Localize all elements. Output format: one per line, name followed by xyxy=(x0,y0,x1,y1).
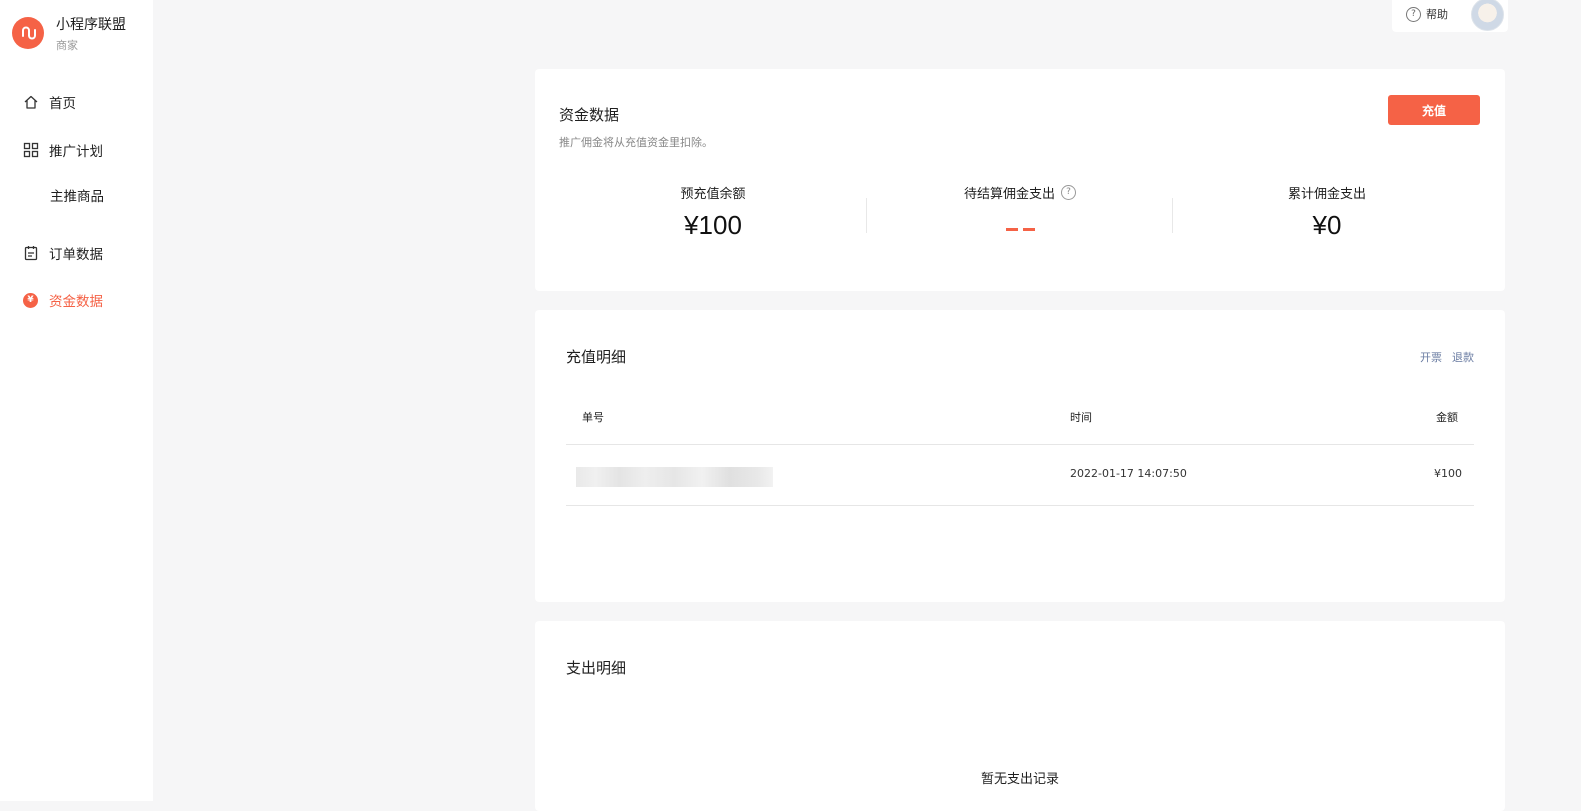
stat-value: ¥100 xyxy=(684,210,742,240)
stat-pending-commission: 待结算佣金支出 ? xyxy=(920,184,1120,231)
sidebar-item-label: 订单数据 xyxy=(49,247,103,263)
stat-label: 待结算佣金支出 xyxy=(963,186,1055,202)
sidebar-item-fund-data[interactable]: ¥ 资金数据 xyxy=(22,290,103,310)
sidebar-item-label: 资金数据 xyxy=(49,294,103,310)
help-button[interactable]: ? 帮助 xyxy=(1406,6,1448,22)
expense-detail-title: 支出明细 xyxy=(566,659,627,677)
sidebar: 小程序联盟 商家 首页 推广计划 主推商品 订单数据 ¥ 资金数据 xyxy=(0,0,153,801)
table-header-divider xyxy=(566,444,1474,445)
fund-data-title: 资金数据 xyxy=(559,106,620,124)
table-cell-time: 2022-01-17 14:07:50 xyxy=(1070,467,1187,480)
divider xyxy=(1172,198,1173,233)
sidebar-item-label: 主推商品 xyxy=(50,189,104,205)
stat-value: ¥0 xyxy=(1312,210,1342,240)
grid-icon xyxy=(22,142,39,159)
recharge-detail-title: 充值明细 xyxy=(566,348,627,366)
sidebar-item-order-data[interactable]: 订单数据 xyxy=(22,243,103,263)
column-header-time: 时间 xyxy=(1070,411,1092,424)
question-icon[interactable]: ? xyxy=(1061,184,1076,200)
column-header-order-no: 单号 xyxy=(582,411,604,424)
fund-data-description: 推广佣金将从充值资金里扣除。 xyxy=(559,136,713,149)
question-icon: ? xyxy=(1406,6,1421,22)
sidebar-item-label: 推广计划 xyxy=(49,144,103,160)
table-row-divider xyxy=(566,505,1474,506)
table-cell-amount: ¥100 xyxy=(1434,467,1462,480)
mini-program-logo-icon xyxy=(12,17,44,49)
recharge-detail-card: 充值明细 开票 退款 单号 时间 金额 2022-01-17 14:07:50 … xyxy=(535,310,1505,602)
stat-total-commission: 累计佣金支出 ¥0 xyxy=(1227,184,1427,241)
expense-detail-card: 支出明细 暂无支出记录 xyxy=(535,621,1505,811)
avatar[interactable] xyxy=(1471,0,1504,31)
clipboard-icon xyxy=(22,245,39,262)
yen-coin-icon: ¥ xyxy=(23,292,38,308)
column-header-amount: 金额 xyxy=(1436,411,1458,424)
stat-label: 预充值余额 xyxy=(680,186,746,202)
help-label: 帮助 xyxy=(1426,8,1448,21)
divider xyxy=(866,198,867,233)
empty-state-text: 暂无支出记录 xyxy=(980,772,1059,787)
order-number-redacted xyxy=(576,467,773,487)
stat-value-empty xyxy=(920,212,1120,231)
invoice-link[interactable]: 开票 xyxy=(1420,349,1442,365)
recharge-button[interactable]: 充值 xyxy=(1388,95,1480,125)
sidebar-item-home[interactable]: 首页 xyxy=(22,92,76,112)
sidebar-item-label: 首页 xyxy=(49,96,76,112)
top-bar: ? 帮助 xyxy=(1392,0,1508,32)
refund-link[interactable]: 退款 xyxy=(1452,349,1474,365)
stat-label: 累计佣金支出 xyxy=(1287,186,1366,202)
fund-data-card: 资金数据 推广佣金将从充值资金里扣除。 充值 预充值余额 ¥100 待结算佣金支… xyxy=(535,69,1505,291)
home-icon xyxy=(22,94,39,111)
brand-title: 小程序联盟 xyxy=(56,17,126,33)
sidebar-item-promotion-plan[interactable]: 推广计划 xyxy=(22,140,103,160)
stat-prepaid-balance: 预充值余额 ¥100 xyxy=(613,184,813,241)
brand-subtitle: 商家 xyxy=(56,39,78,52)
sidebar-item-featured-products[interactable]: 主推商品 xyxy=(50,185,104,205)
